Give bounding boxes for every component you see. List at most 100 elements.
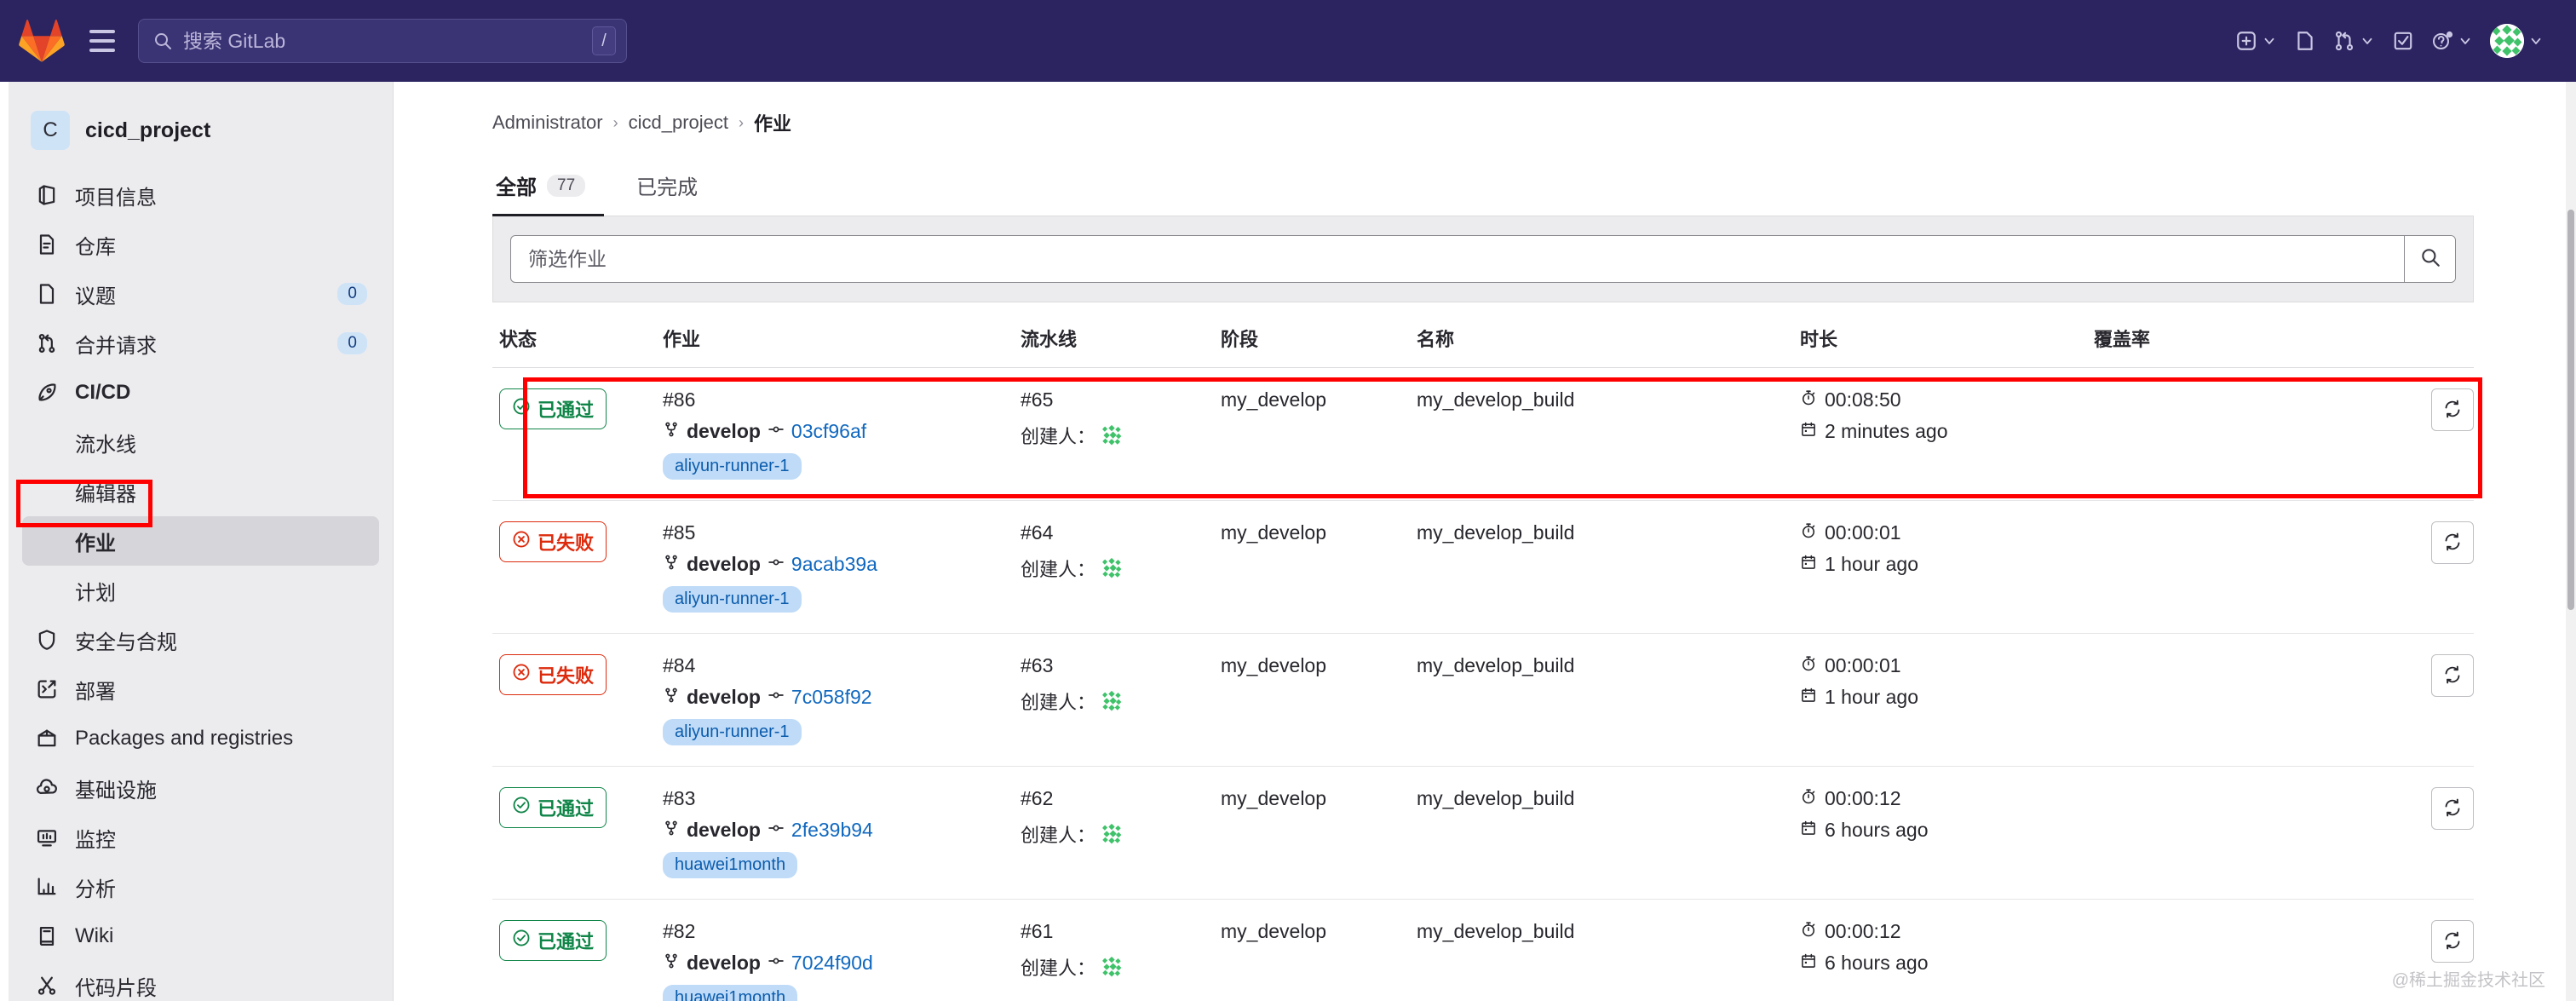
sidebar-item-11[interactable]: Packages and registries	[22, 714, 379, 763]
status-badge[interactable]: 已通过	[499, 920, 607, 961]
breadcrumb-item-project[interactable]: cicd_project	[629, 112, 728, 134]
sidebar-item-0[interactable]: 项目信息	[22, 170, 379, 220]
runner-tag[interactable]: aliyun-runner-1	[663, 719, 802, 745]
tab-finished[interactable]: 已完成	[633, 158, 716, 216]
status-badge[interactable]: 已通过	[499, 388, 607, 429]
sidebar-project-header[interactable]: C cicd_project	[22, 104, 379, 157]
commit-sha-link[interactable]: 03cf96af	[791, 420, 866, 443]
header-job: 作业	[663, 302, 1021, 368]
sidebar-item-8[interactable]: 计划	[22, 566, 379, 615]
sidebar-item-6[interactable]: 编辑器	[22, 467, 379, 516]
todos-button[interactable]	[2383, 23, 2423, 59]
user-menu-button[interactable]	[2481, 17, 2552, 65]
retry-button[interactable]	[2431, 521, 2474, 564]
created-by-label: 创建人：	[1021, 825, 1096, 846]
job-id[interactable]: #82	[663, 920, 1021, 943]
retry-button[interactable]	[2431, 920, 2474, 963]
creator-avatar[interactable]	[1101, 424, 1124, 446]
issues-button[interactable]	[2286, 23, 2325, 59]
rocket-icon	[34, 380, 60, 406]
branch-name[interactable]: develop	[687, 819, 761, 842]
status-badge-label: 已通过	[538, 400, 595, 421]
pipeline-id[interactable]: #64	[1021, 521, 1221, 544]
stopwatch-icon	[1800, 787, 1817, 810]
branch-name[interactable]: develop	[687, 420, 761, 443]
branch-name[interactable]: develop	[687, 952, 761, 975]
sidebar-item-15[interactable]: Wiki	[22, 912, 379, 961]
project-avatar: C	[31, 111, 70, 150]
branch-name[interactable]: develop	[687, 553, 761, 576]
sidebar-item-13[interactable]: 监控	[22, 813, 379, 862]
create-new-button[interactable]	[2227, 23, 2286, 59]
tab-all-count: 77	[547, 174, 586, 197]
chevron-down-icon	[2528, 33, 2544, 49]
gitlab-logo-icon[interactable]	[19, 18, 65, 64]
sidebar-item-2[interactable]: 议题 0	[22, 269, 379, 319]
jobs-filter-input[interactable]	[511, 236, 2404, 282]
runner-tag[interactable]: aliyun-runner-1	[663, 453, 802, 480]
runner-tag[interactable]: huawei1month	[663, 985, 798, 1001]
sidebar-item-10[interactable]: 部署	[22, 664, 379, 714]
help-button[interactable]	[2423, 23, 2481, 59]
job-id[interactable]: #85	[663, 521, 1021, 544]
job-id[interactable]: #86	[663, 388, 1021, 411]
page-scrollbar[interactable]	[2566, 82, 2576, 1001]
cell-duration: 00:08:50 2 minutes ago	[1800, 367, 2094, 501]
sidebar-item-16[interactable]: 代码片段	[22, 961, 379, 1001]
creator-avatar[interactable]	[1101, 956, 1124, 978]
job-id[interactable]: #83	[663, 787, 1021, 810]
duration-value: 00:00:01	[1825, 521, 1901, 544]
commit-sha-link[interactable]: 7c058f92	[791, 686, 872, 709]
header-pipeline: 流水线	[1021, 302, 1221, 368]
runner-tag[interactable]: aliyun-runner-1	[663, 586, 802, 613]
table-row[interactable]: 已通过 #82 develop 7024f90d huawei1month #61 创建人：…	[492, 899, 2474, 1001]
sidebar-item-9[interactable]: 安全与合规	[22, 615, 379, 664]
pipeline-id[interactable]: #63	[1021, 654, 1221, 677]
cell-job: #85 develop 9acab39a aliyun-runner-1	[663, 500, 1021, 634]
hamburger-menu-icon[interactable]	[80, 19, 124, 63]
sidebar-item-4[interactable]: CI/CD	[22, 368, 379, 417]
sidebar-item-label: 流水线	[75, 433, 136, 457]
cell-stage: my_develop	[1221, 500, 1417, 634]
jobs-table-body: 已通过 #86 develop 03cf96af aliyun-runner-1 #65 创…	[492, 367, 2474, 1001]
retry-button[interactable]	[2431, 787, 2474, 830]
merge-requests-button[interactable]	[2325, 23, 2383, 59]
breadcrumb-item-user[interactable]: Administrator	[492, 112, 603, 134]
status-badge[interactable]: 已失败	[499, 521, 607, 562]
sidebar-item-3[interactable]: 合并请求 0	[22, 319, 379, 368]
header-duration: 时长	[1800, 302, 2094, 368]
pipeline-id[interactable]: #65	[1021, 388, 1221, 411]
table-row[interactable]: 已通过 #86 develop 03cf96af aliyun-runner-1 #65 创…	[492, 367, 2474, 501]
sidebar-item-12[interactable]: 基础设施	[22, 763, 379, 813]
sidebar-item-14[interactable]: 分析	[22, 862, 379, 912]
sidebar-item-5[interactable]: 流水线	[22, 417, 379, 467]
sidebar-item-1[interactable]: 仓库	[22, 220, 379, 269]
infrastructure-icon	[34, 775, 60, 801]
status-badge[interactable]: 已失败	[499, 654, 607, 695]
filter-search-button[interactable]	[2404, 236, 2455, 282]
table-row[interactable]: 已失败 #84 develop 7c058f92 aliyun-runner-1 #63 创…	[492, 633, 2474, 767]
pipeline-id[interactable]: #61	[1021, 920, 1221, 943]
retry-button[interactable]	[2431, 388, 2474, 431]
tab-all[interactable]: 全部 77	[492, 158, 605, 216]
table-row[interactable]: 已通过 #83 develop 2fe39b94 huawei1month #62 创建人：…	[492, 766, 2474, 900]
creator-avatar[interactable]	[1101, 690, 1124, 712]
creator-avatar[interactable]	[1101, 557, 1124, 579]
runner-tag[interactable]: huawei1month	[663, 852, 798, 878]
status-badge[interactable]: 已通过	[499, 787, 607, 828]
creator-avatar[interactable]	[1101, 823, 1124, 845]
table-row[interactable]: 已失败 #85 develop 9acab39a aliyun-runner-1 #64 创…	[492, 500, 2474, 634]
retry-button[interactable]	[2431, 654, 2474, 697]
branch-name[interactable]: develop	[687, 686, 761, 709]
wiki-icon	[34, 923, 60, 949]
global-search-box[interactable]: 搜索 GitLab /	[138, 19, 627, 63]
pipeline-id[interactable]: #62	[1021, 787, 1221, 810]
job-id[interactable]: #84	[663, 654, 1021, 677]
scrollbar-thumb[interactable]	[2567, 210, 2574, 610]
cell-coverage	[2094, 500, 2298, 634]
commit-sha-link[interactable]: 9acab39a	[791, 553, 877, 576]
commit-sha-link[interactable]: 7024f90d	[791, 952, 873, 975]
sidebar-item-7[interactable]: 作业	[22, 516, 379, 566]
finished-at: 6 hours ago	[1825, 819, 1929, 841]
commit-sha-link[interactable]: 2fe39b94	[791, 819, 873, 842]
